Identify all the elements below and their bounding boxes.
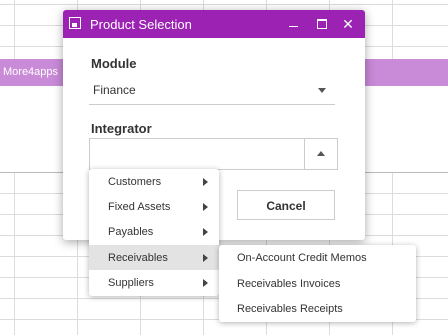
menu-item-payables[interactable]: Payables xyxy=(89,219,219,244)
chevron-right-icon xyxy=(203,228,208,236)
module-select[interactable]: Finance xyxy=(89,78,335,105)
receivables-submenu: On-Account Credit Memos Receivables Invo… xyxy=(219,245,416,322)
integrator-menu: Customers Fixed Assets Payables Receivab… xyxy=(89,169,219,296)
integrator-dropdown-button[interactable] xyxy=(304,138,338,170)
submenu-item-receivables-invoices[interactable]: Receivables Invoices xyxy=(219,271,416,296)
menu-item-customers[interactable]: Customers xyxy=(89,169,219,194)
menu-item-suppliers[interactable]: Suppliers xyxy=(89,270,219,295)
sheet-banner-text: More4apps xyxy=(3,66,59,78)
maximize-icon[interactable] xyxy=(311,14,331,34)
chevron-right-icon xyxy=(203,279,208,287)
menu-item-label: Fixed Assets xyxy=(108,201,171,213)
chevron-right-icon xyxy=(203,254,208,262)
submenu-item-label: Receivables Receipts xyxy=(237,303,343,315)
menu-item-receivables[interactable]: Receivables xyxy=(89,245,219,270)
dialog-title: Product Selection xyxy=(90,17,192,32)
menu-item-label: Customers xyxy=(108,176,162,188)
integrator-input[interactable] xyxy=(89,138,304,170)
integrator-label: Integrator xyxy=(91,121,152,136)
menu-item-label: Suppliers xyxy=(108,277,154,289)
chevron-right-icon xyxy=(203,203,208,211)
menu-item-label: Payables xyxy=(108,226,154,238)
chevron-down-icon xyxy=(318,88,326,93)
submenu-item-receivables-receipts[interactable]: Receivables Receipts xyxy=(219,296,416,321)
close-icon[interactable]: ✕ xyxy=(338,14,358,34)
submenu-item-on-account-credit-memos[interactable]: On-Account Credit Memos xyxy=(219,245,416,270)
cancel-button[interactable]: Cancel xyxy=(237,190,335,220)
menu-item-fixed-assets[interactable]: Fixed Assets xyxy=(89,194,219,219)
submenu-item-label: On-Account Credit Memos xyxy=(237,252,367,264)
app-icon xyxy=(69,17,81,29)
module-label: Module xyxy=(91,56,137,71)
submenu-item-label: Receivables Invoices xyxy=(237,278,341,290)
minimize-icon[interactable] xyxy=(283,14,303,34)
dialog-titlebar[interactable]: Product Selection ✕ xyxy=(63,10,365,38)
module-value: Finance xyxy=(93,83,136,97)
menu-item-label: Receivables xyxy=(108,252,168,264)
chevron-right-icon xyxy=(203,178,208,186)
